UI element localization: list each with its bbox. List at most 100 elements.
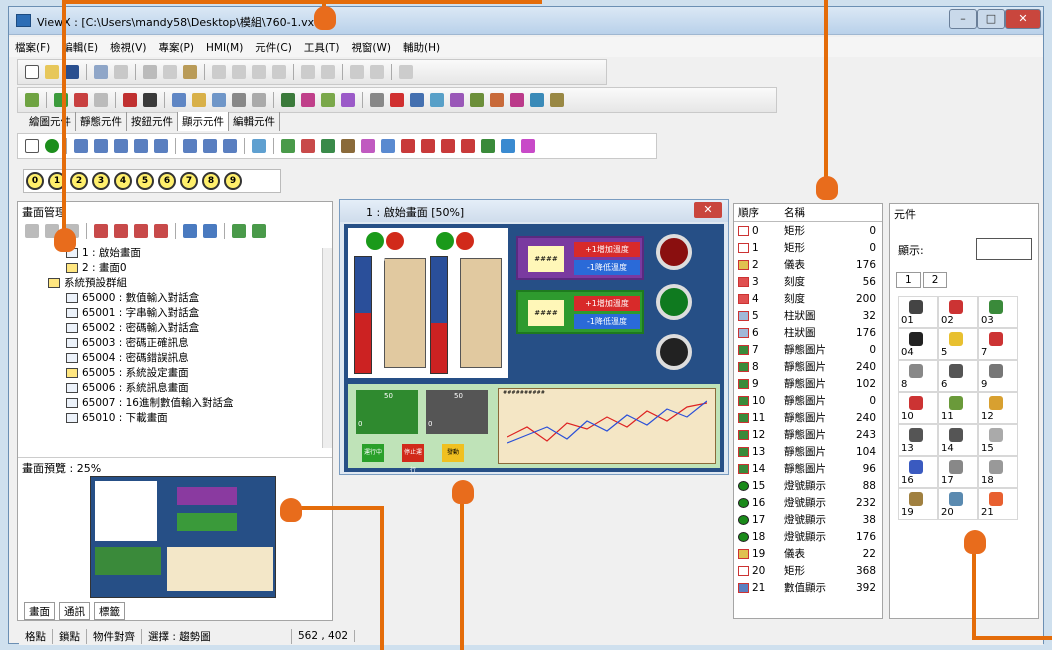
bar-chart-icon[interactable] (183, 139, 197, 153)
object-row[interactable]: 13 靜態圖片 104 (734, 443, 882, 460)
library-icon[interactable] (252, 224, 266, 238)
status-grid[interactable]: 格點 (19, 628, 53, 644)
object-row[interactable]: 7 靜態圖片 0 (734, 341, 882, 358)
start-button[interactable]: 發動 (442, 444, 464, 462)
settings-icon[interactable] (550, 93, 564, 107)
tab-display[interactable]: 顯示元件 (178, 112, 229, 131)
object-row[interactable]: 10 靜態圖片 0 (734, 392, 882, 409)
copy-icon[interactable] (163, 65, 177, 79)
same-height-icon[interactable] (321, 65, 335, 79)
lamp-5-icon[interactable]: 5 (136, 172, 154, 190)
tree-item[interactable]: 1 : 啟始畫面 (48, 246, 318, 261)
canvas-close-button[interactable]: ✕ (694, 202, 722, 218)
menu-window[interactable]: 視窗(W) (345, 37, 397, 58)
component-cell[interactable]: 16 (898, 456, 938, 488)
object-row[interactable]: 20 矩形 368 (734, 562, 882, 579)
stop-button[interactable]: 停止運行 (402, 444, 424, 474)
component-cell[interactable]: 01 (898, 296, 938, 328)
component-cell[interactable]: 02 (938, 296, 978, 328)
simulate-offline-icon[interactable] (143, 93, 157, 107)
component-tab-2[interactable]: 2 (922, 272, 948, 288)
component-cell[interactable]: 6 (938, 360, 978, 392)
text-color-icon[interactable] (341, 93, 355, 107)
group-icon[interactable] (350, 65, 364, 79)
lamp-2-icon[interactable]: 2 (70, 172, 88, 190)
component-cell[interactable]: 10 (898, 392, 938, 424)
menu-help[interactable]: 輔助(H) (397, 37, 446, 58)
delete-screen-icon[interactable] (154, 224, 168, 238)
component-cell[interactable]: 9 (978, 360, 1018, 392)
minimize-button[interactable]: – (949, 9, 977, 29)
message-display-icon[interactable] (154, 139, 168, 153)
undo-icon[interactable] (94, 65, 108, 79)
object-row[interactable]: 14 靜態圖片 96 (734, 460, 882, 477)
menu-component[interactable]: 元件(C) (249, 37, 298, 58)
component-cell[interactable]: 21 (978, 488, 1018, 520)
tag-icon[interactable] (510, 93, 524, 107)
printer-icon[interactable] (370, 93, 384, 107)
new-file-icon[interactable] (25, 65, 39, 79)
add-screen-icon[interactable] (94, 224, 108, 238)
tab-communication[interactable]: 通訊 (59, 602, 90, 620)
align-left-icon[interactable] (212, 65, 226, 79)
object-row[interactable]: 12 靜態圖片 243 (734, 426, 882, 443)
align-right-icon[interactable] (252, 65, 266, 79)
report-icon[interactable] (470, 93, 484, 107)
component-cell[interactable]: 14 (938, 424, 978, 456)
status-snap[interactable]: 鎖點 (53, 628, 87, 644)
line-color-icon[interactable] (301, 93, 315, 107)
tree-item[interactable]: 2 : 畫面0 (48, 261, 318, 276)
green-knob-icon[interactable] (656, 284, 692, 320)
layout-icon[interactable] (212, 93, 226, 107)
tree-item[interactable]: 65007 : 16進制數值輸入對話盒 (48, 396, 318, 411)
tree-item[interactable]: 65004 : 密碼錯誤訊息 (48, 351, 318, 366)
object-row[interactable]: 0 矩形 0 (734, 222, 882, 239)
chart-icon[interactable] (301, 139, 315, 153)
tab-tags[interactable]: 標籤 (94, 602, 125, 620)
time-display-icon[interactable] (134, 139, 148, 153)
object-row[interactable]: 18 燈號顯示 176 (734, 528, 882, 545)
macro-icon[interactable] (490, 93, 504, 107)
object-row[interactable]: 8 靜態圖片 240 (734, 358, 882, 375)
tree-item[interactable]: 65000 : 數值輸入對話盒 (48, 291, 318, 306)
tree-item[interactable]: 65001 : 字串輸入對話盒 (48, 306, 318, 321)
screen-icon[interactable] (172, 93, 186, 107)
bring-front-icon[interactable] (399, 65, 413, 79)
tree-item[interactable]: 65003 : 密碼正確訊息 (48, 336, 318, 351)
component-cell[interactable]: 8 (898, 360, 938, 392)
component-cell[interactable]: 19 (898, 488, 938, 520)
alarm-display-icon[interactable] (401, 139, 415, 153)
fill-color-icon[interactable] (281, 93, 295, 107)
component-cell[interactable]: 12 (978, 392, 1018, 424)
picture-icon[interactable] (252, 139, 266, 153)
menu-file[interactable]: 檔案(F) (9, 37, 56, 58)
component-cell[interactable]: 04 (898, 328, 938, 360)
save-icon[interactable] (65, 65, 79, 79)
tree-item[interactable]: 65010 : 下載畫面 (48, 411, 318, 426)
database-icon[interactable] (530, 93, 544, 107)
object-row[interactable]: 1 矩形 0 (734, 239, 882, 256)
arrow-icon[interactable] (481, 139, 495, 153)
upload-icon[interactable] (74, 93, 88, 107)
screen-props-icon[interactable] (183, 224, 197, 238)
decrease-temp-button-1[interactable]: -1降低溫度 (574, 260, 640, 275)
tab-drawing[interactable]: 繪圖元件 (25, 112, 76, 131)
event-icon[interactable] (441, 139, 455, 153)
import-icon[interactable] (203, 224, 217, 238)
object-row[interactable]: 9 靜態圖片 102 (734, 375, 882, 392)
wave-icon[interactable] (501, 139, 515, 153)
curve-icon[interactable] (521, 139, 535, 153)
menu-tools[interactable]: 工具(T) (298, 37, 346, 58)
ungroup-icon[interactable] (370, 65, 384, 79)
object-row[interactable]: 19 儀表 22 (734, 545, 882, 562)
object-row[interactable]: 15 燈號顯示 88 (734, 477, 882, 494)
trend-icon[interactable] (361, 139, 375, 153)
cylinder-icon[interactable] (223, 139, 237, 153)
tab-button[interactable]: 按鈕元件 (127, 112, 178, 131)
close-button[interactable]: ✕ (1005, 9, 1041, 29)
increase-temp-button-1[interactable]: +1增加溫度 (574, 242, 640, 257)
tree-item[interactable]: 65005 : 系統設定畫面 (48, 366, 318, 381)
tree-item[interactable]: 系統預設群組 (48, 276, 318, 291)
recipe-icon[interactable] (450, 93, 464, 107)
stop-icon[interactable] (94, 93, 108, 107)
